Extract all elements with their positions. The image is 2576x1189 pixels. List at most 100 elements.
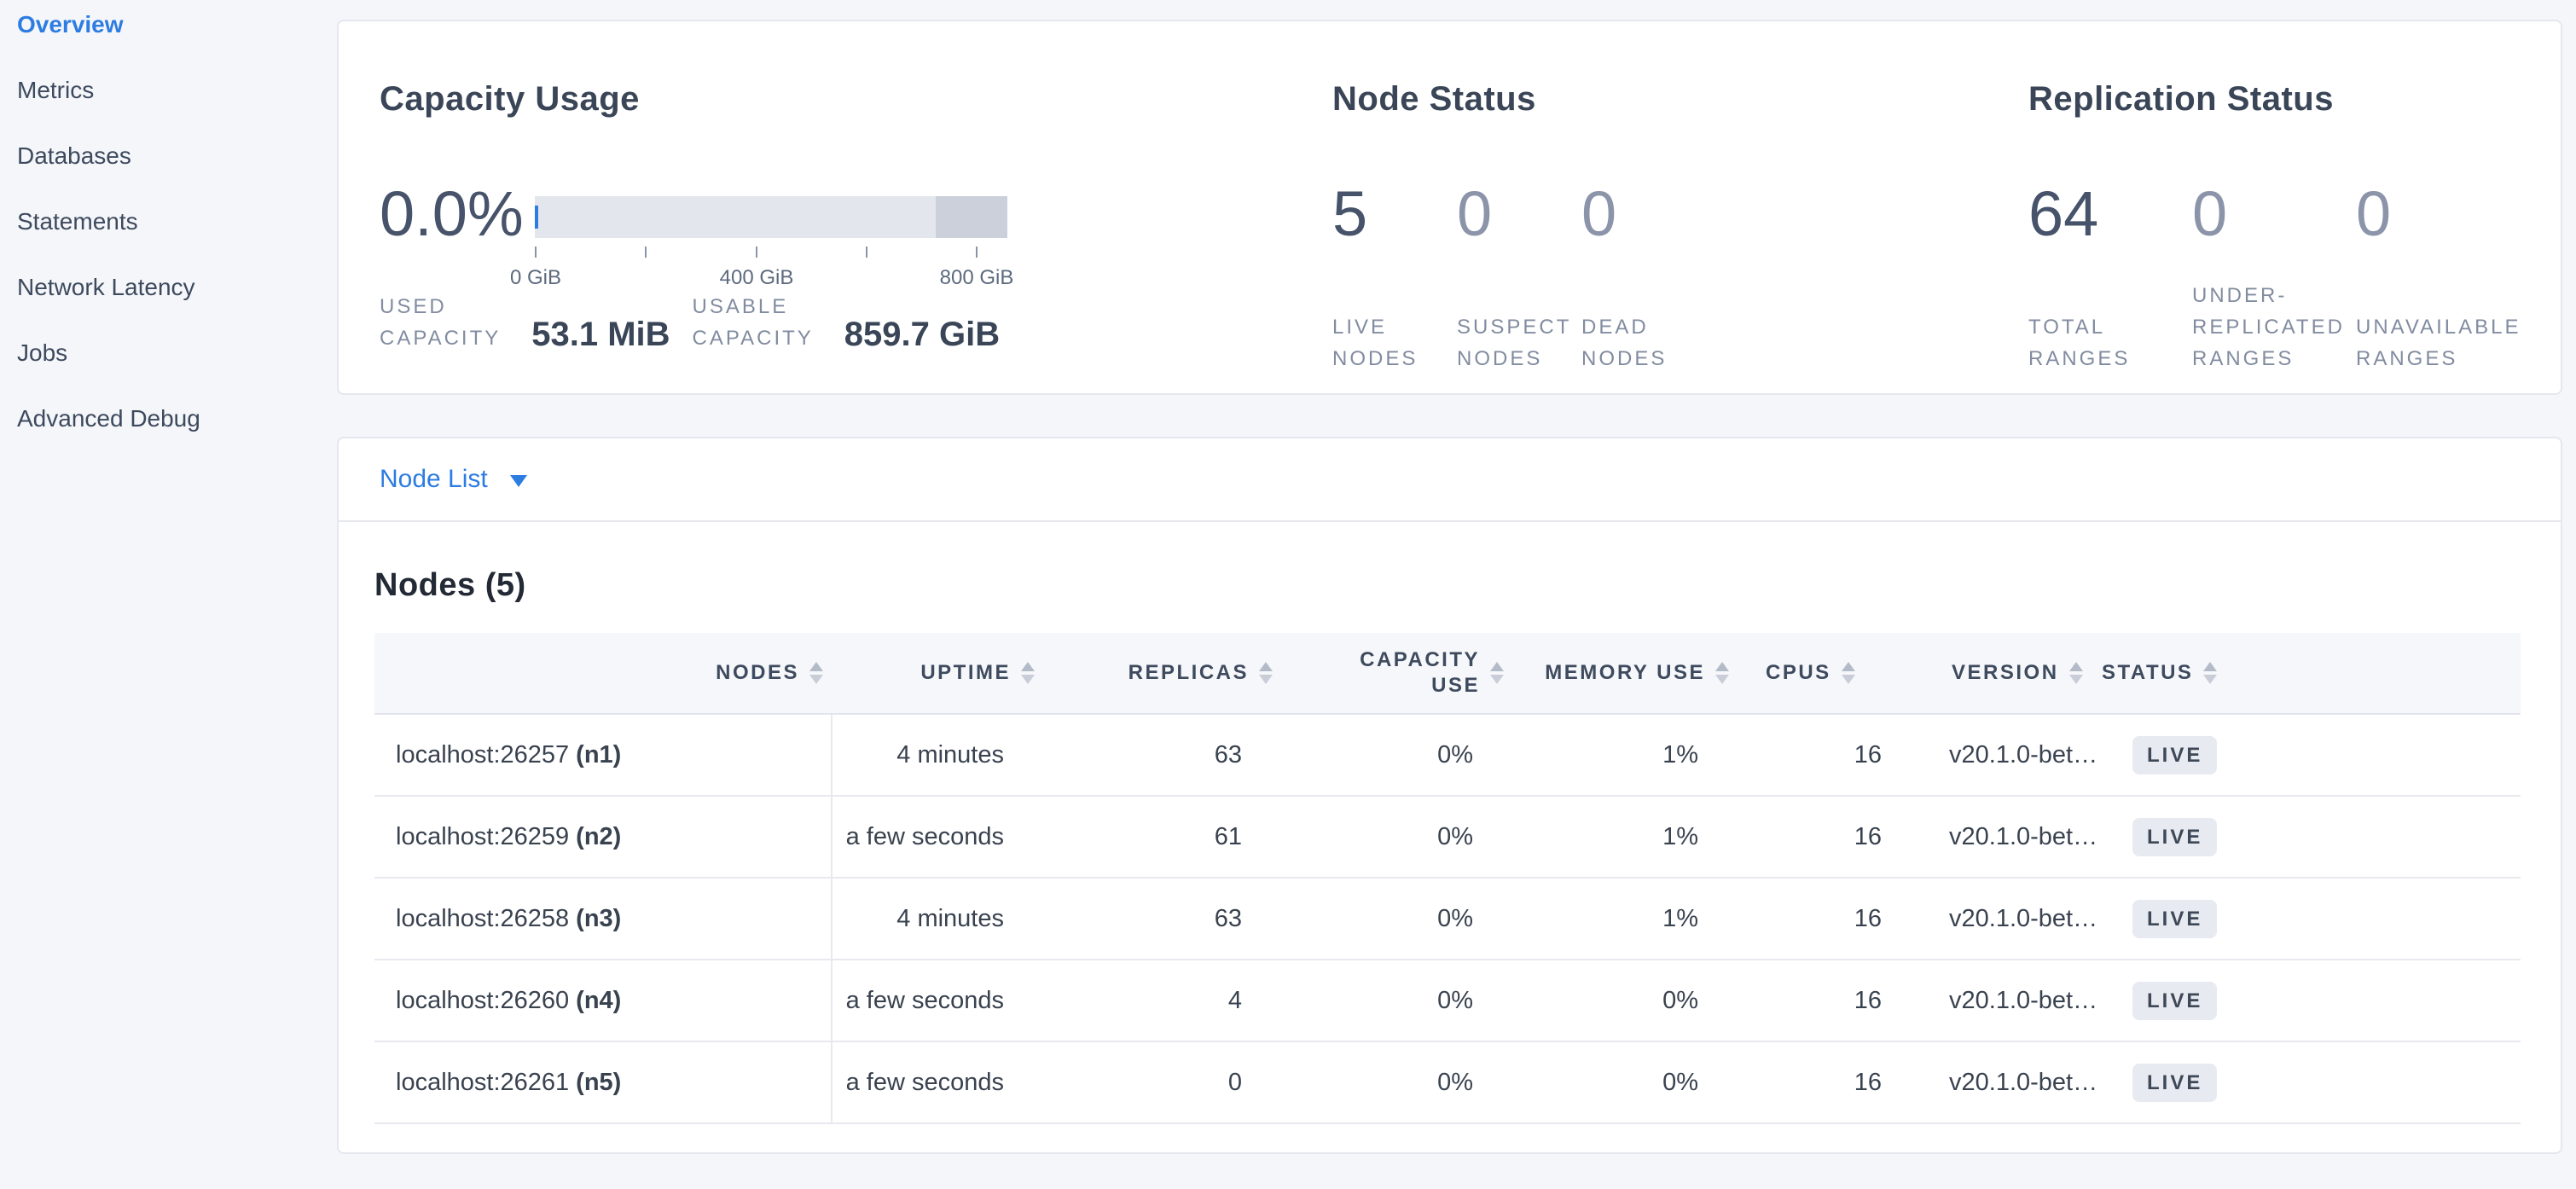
capacity-use-cell: 0%: [1281, 1041, 1512, 1123]
sort-arrows-icon: [809, 662, 823, 684]
sidebar-item-overview[interactable]: Overview: [17, 13, 337, 37]
node-status-title: Node Status: [1332, 79, 2028, 119]
status-cell: LIVE: [2102, 796, 2521, 878]
table-body: localhost:26257(n1) 4 minutes 63 0% 1% 1…: [374, 714, 2521, 1123]
axis-tick: [535, 246, 537, 258]
version-cell: v20.1.0-bet…: [1921, 960, 2102, 1041]
cpus-cell: 16: [1738, 960, 1921, 1041]
stat-block: 0 UNAVAILABLE RANGES: [2356, 180, 2520, 374]
sidebar-item-list: Overview Metrics Databases Statements Ne…: [17, 13, 337, 431]
sidebar-item-jobs[interactable]: Jobs: [17, 341, 337, 365]
uptime-cell: a few seconds: [832, 1041, 1043, 1123]
column-header[interactable]: UPTIME: [832, 633, 1043, 714]
node-address-cell: localhost:26260(n4): [374, 960, 832, 1041]
stat-value: 0: [2192, 180, 2356, 248]
status-cell: LIVE: [2102, 714, 2521, 796]
sidebar-item-statements[interactable]: Statements: [17, 210, 337, 234]
status-badge: LIVE: [2132, 982, 2217, 1020]
sort-down-icon: [1715, 675, 1729, 684]
sort-up-icon: [1259, 662, 1273, 671]
node-status-section: Node Status 5 LIVE NODES: [1332, 59, 2028, 354]
sort-arrows-icon: [1715, 662, 1729, 684]
table-row: localhost:26261(n5) a few seconds 0 0% 0…: [374, 1041, 2521, 1123]
column-header[interactable]: CPUS: [1738, 633, 1921, 714]
capacity-use-cell: 0%: [1281, 960, 1512, 1041]
memory-use-cell: 0%: [1512, 960, 1738, 1041]
usable-capacity-value: 859.7 GiB: [844, 315, 1000, 354]
table-row: localhost:26260(n4) a few seconds 4 0% 0…: [374, 960, 2521, 1041]
node-list-panel: Node List Nodes (5): [337, 437, 2562, 1154]
capacity-axis: 0 GiB 400 GiB 800 GiB: [535, 238, 1007, 298]
replicas-cell: 61: [1043, 796, 1281, 878]
column-header[interactable]: STATUS: [2102, 633, 2521, 714]
uptime-cell: a few seconds: [832, 796, 1043, 878]
sidebar-item-advanced-debug[interactable]: Advanced Debug: [17, 407, 337, 431]
sort-arrows-icon: [1021, 662, 1035, 684]
sort-up-icon: [1715, 662, 1729, 671]
axis-label: 800 GiB: [940, 266, 1014, 290]
capacity-usage-title: Capacity Usage: [380, 79, 1332, 119]
stat-label: DEAD NODES: [1581, 279, 1706, 374]
stat-label: LIVE NODES: [1332, 279, 1457, 374]
node-link[interactable]: localhost:26258(n3): [396, 905, 621, 932]
node-link[interactable]: localhost:26259(n2): [396, 823, 621, 850]
sort-up-icon: [1021, 662, 1035, 671]
replication-status-title: Replication Status: [2028, 79, 2520, 119]
cpus-cell: 16: [1738, 1041, 1921, 1123]
main-content: Capacity Usage 0.0% 0 GiB: [337, 0, 2576, 1189]
column-header[interactable]: VERSION: [1921, 633, 2102, 714]
node-link[interactable]: localhost:26261(n5): [396, 1069, 621, 1096]
capacity-usage-section: Capacity Usage 0.0% 0 GiB: [380, 59, 1332, 354]
capacity-percent: 0.0%: [380, 180, 525, 248]
column-header[interactable]: REPLICAS: [1043, 633, 1281, 714]
uptime-cell: 4 minutes: [832, 878, 1043, 960]
node-list-dropdown-label: Node List: [380, 465, 488, 494]
node-address-cell: localhost:26259(n2): [374, 796, 832, 878]
status-badge: LIVE: [2132, 900, 2217, 938]
axis-tick: [756, 246, 757, 258]
stat-block: 0 DEAD NODES: [1581, 180, 1706, 374]
sort-arrows-icon: [1259, 662, 1273, 684]
table-header-row: NODES: [374, 633, 2521, 714]
version-cell: v20.1.0-bet…: [1921, 1041, 2102, 1123]
stat-label: UNAVAILABLE RANGES: [2356, 279, 2520, 374]
replicas-cell: 63: [1043, 878, 1281, 960]
cpus-cell: 16: [1738, 878, 1921, 960]
node-link[interactable]: localhost:26260(n4): [396, 987, 621, 1014]
sort-arrows-icon: [2203, 662, 2217, 684]
table-row: localhost:26258(n3) 4 minutes 63 0% 1% 1…: [374, 878, 2521, 960]
used-capacity-label: USED CAPACITY: [380, 291, 501, 354]
status-cell: LIVE: [2102, 1041, 2521, 1123]
node-link[interactable]: localhost:26257(n1): [396, 741, 621, 768]
capacity-use-cell: 0%: [1281, 796, 1512, 878]
table-row: localhost:26257(n1) 4 minutes 63 0% 1% 1…: [374, 714, 2521, 796]
sort-down-icon: [1021, 675, 1035, 684]
node-address-cell: localhost:26258(n3): [374, 878, 832, 960]
sidebar-item-databases[interactable]: Databases: [17, 144, 337, 168]
nodes-table-section: Nodes (5) N: [339, 565, 2561, 1152]
column-header[interactable]: MEMORY USE: [1512, 633, 1738, 714]
sidebar-item-metrics[interactable]: Metrics: [17, 78, 337, 102]
status-badge: LIVE: [2132, 818, 2217, 856]
sort-up-icon: [1490, 662, 1504, 671]
chevron-down-icon: [510, 475, 527, 487]
cpus-cell: 16: [1738, 714, 1921, 796]
status-cell: LIVE: [2102, 960, 2521, 1041]
sort-arrows-icon: [2069, 662, 2083, 684]
column-header[interactable]: CAPACITY USE: [1281, 633, 1512, 714]
version-cell: v20.1.0-bet…: [1921, 878, 2102, 960]
capacity-use-cell: 0%: [1281, 714, 1512, 796]
memory-use-cell: 1%: [1512, 796, 1738, 878]
stat-value: 64: [2028, 180, 2192, 248]
column-header[interactable]: NODES: [374, 633, 832, 714]
node-list-dropdown[interactable]: Node List: [339, 438, 2561, 522]
sort-up-icon: [1842, 662, 1855, 671]
replicas-cell: 63: [1043, 714, 1281, 796]
nodes-table: NODES: [374, 633, 2521, 1124]
stat-label: TOTAL RANGES: [2028, 279, 2192, 374]
status-badge: LIVE: [2132, 736, 2217, 774]
capacity-use-cell: 0%: [1281, 878, 1512, 960]
sidebar-item-network-latency[interactable]: Network Latency: [17, 276, 337, 299]
stat-block: 0 SUSPECT NODES: [1457, 180, 1581, 374]
sort-arrows-icon: [1490, 662, 1504, 684]
